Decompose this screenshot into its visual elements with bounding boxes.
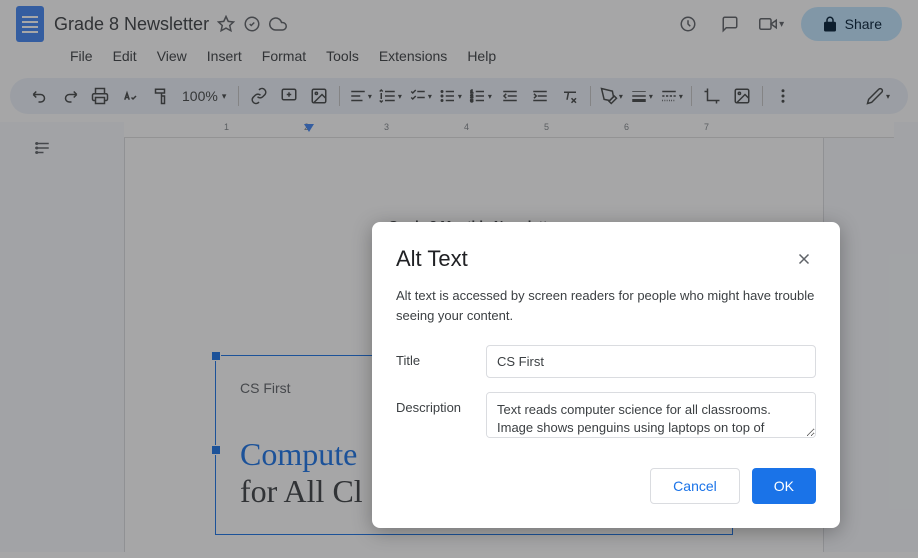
title-input[interactable] [486, 345, 816, 378]
description-label: Description [396, 392, 470, 415]
title-row: Title [396, 345, 816, 378]
dialog-actions: Cancel OK [396, 468, 816, 504]
dialog-title: Alt Text [396, 246, 468, 272]
ok-button[interactable]: OK [752, 468, 816, 504]
title-label: Title [396, 345, 470, 368]
alt-text-dialog: Alt Text Alt text is accessed by screen … [372, 222, 840, 528]
description-row: Description Text reads computer science … [396, 392, 816, 438]
dialog-header: Alt Text [396, 246, 816, 272]
description-textarea[interactable]: Text reads computer science for all clas… [486, 392, 816, 438]
app-root: Grade 8 Newsletter [0, 0, 918, 558]
dialog-description: Alt text is accessed by screen readers f… [396, 286, 816, 325]
close-button[interactable] [792, 247, 816, 271]
cancel-button[interactable]: Cancel [650, 468, 740, 504]
